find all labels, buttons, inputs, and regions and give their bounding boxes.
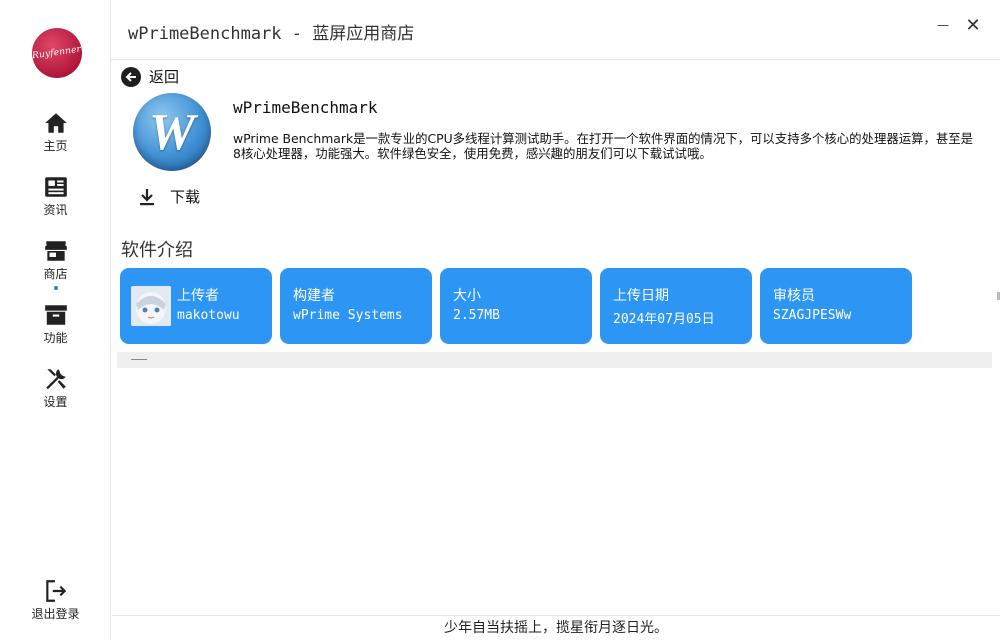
info-card-upload-date: 上传日期 2024年07月05日 (600, 268, 752, 344)
app-logo: Ruyfenner (32, 28, 82, 78)
minimize-icon: — (937, 18, 949, 32)
info-cards: 上传者 makotowu 构建者 wPrime Systems 大小 2.57M… (120, 268, 912, 344)
settings-icon (45, 369, 66, 390)
back-label: 返回 (149, 68, 180, 86)
sidebar-item-news[interactable]: 资讯 (0, 174, 111, 230)
logout-label: 退出登录 (31, 607, 80, 621)
card-title: 构建者 (293, 288, 335, 304)
sidebar: Ruyfenner 主页 资讯 商店 功能 设置 退出登录 (0, 0, 111, 640)
uploader-avatar (131, 286, 171, 326)
card-title: 上传者 (177, 288, 219, 304)
back-button[interactable]: 返回 (121, 66, 179, 87)
sidebar-item-home[interactable]: 主页 (0, 110, 111, 166)
app-icon-letter: W (148, 103, 196, 161)
card-title: 大小 (453, 288, 481, 304)
card-value: makotowu (177, 308, 240, 323)
card-title: 上传日期 (613, 288, 669, 304)
sidebar-item-label: 设置 (43, 395, 68, 409)
minimize-button[interactable]: — (932, 14, 954, 36)
store-icon (44, 241, 67, 261)
sidebar-item-function[interactable]: 功能 (0, 302, 111, 358)
intro-content-box (117, 352, 992, 368)
card-title: 审核员 (773, 288, 815, 304)
footer-motto: 少年自当扶摇上，揽星衔月逐日光。 (112, 615, 1000, 640)
info-card-builder: 构建者 wPrime Systems (280, 268, 432, 344)
sidebar-item-label: 功能 (43, 331, 68, 345)
info-card-uploader: 上传者 makotowu (120, 268, 272, 344)
logo-text: Ruyfenner (31, 44, 83, 62)
logout-button[interactable]: 退出登录 (0, 578, 111, 634)
sidebar-item-settings[interactable]: 设置 (0, 366, 111, 422)
sidebar-item-label: 主页 (43, 139, 68, 153)
card-value: 2024年07月05日 (613, 312, 715, 327)
function-icon (44, 305, 67, 325)
app-name: wPrimeBenchmark (233, 98, 378, 117)
close-button[interactable]: ✕ (962, 14, 984, 36)
sidebar-item-store[interactable]: 商店 (0, 238, 111, 294)
divider (131, 359, 147, 360)
card-value: 2.57MB (453, 308, 500, 323)
logout-icon (45, 580, 66, 602)
download-label: 下载 (170, 188, 201, 206)
sidebar-item-label: 资讯 (43, 203, 68, 217)
download-icon (140, 188, 154, 205)
card-value: wPrime Systems (293, 308, 403, 323)
close-icon: ✕ (965, 14, 981, 36)
title-bar: wPrimeBenchmark - 蓝屏应用商店 — ✕ (111, 0, 1000, 60)
sidebar-item-label: 商店 (43, 267, 68, 281)
download-button[interactable]: 下载 (137, 186, 200, 207)
app-icon: W (133, 93, 211, 171)
back-arrow-icon (121, 66, 141, 87)
news-icon (44, 177, 67, 197)
app-description: wPrime Benchmark是一款专业的CPU多线程计算测试助手。在打开一个… (233, 131, 974, 161)
card-value: SZAGJPESWw (773, 308, 852, 323)
section-title: 软件介绍 (121, 240, 193, 261)
window-title: wPrimeBenchmark - 蓝屏应用商店 (128, 24, 415, 44)
info-card-size: 大小 2.57MB (440, 268, 592, 344)
info-card-reviewer: 审核员 SZAGJPESWw (760, 268, 912, 344)
active-indicator (53, 286, 58, 290)
home-icon (44, 113, 67, 133)
